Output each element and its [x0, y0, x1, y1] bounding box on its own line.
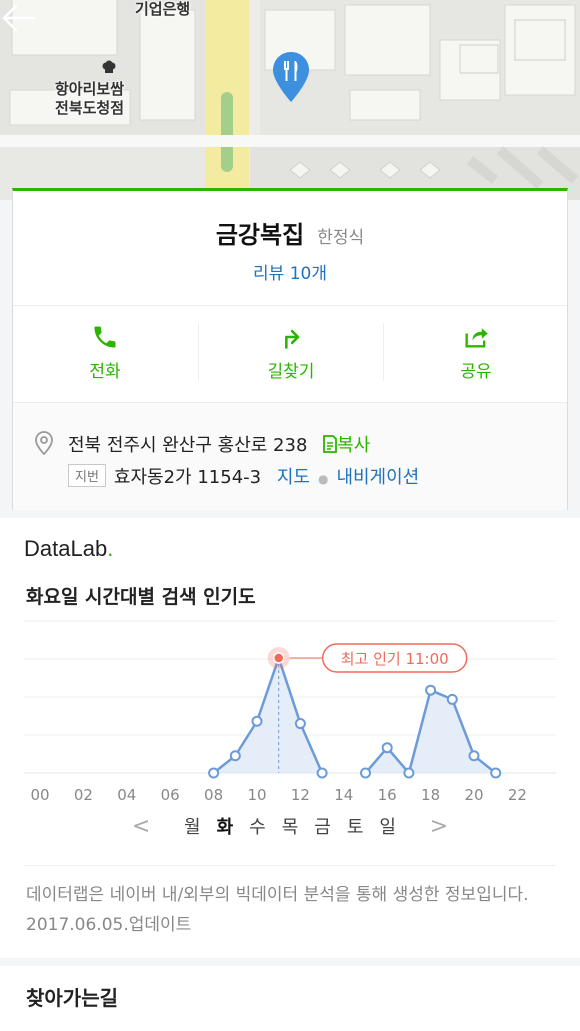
- day-option[interactable]: 목: [282, 813, 299, 839]
- day-option[interactable]: 수: [249, 813, 266, 839]
- data-point: [229, 750, 241, 762]
- x-tick-label: 06: [161, 786, 180, 804]
- copy-icon: [323, 435, 338, 453]
- restaurant-pin-icon[interactable]: [273, 52, 309, 104]
- x-tick-label: 20: [464, 786, 483, 804]
- day-option[interactable]: 금: [314, 813, 331, 839]
- x-tick-label: 16: [378, 786, 397, 804]
- data-point: [294, 718, 306, 730]
- day-option[interactable]: 토: [347, 813, 364, 839]
- data-point: [425, 684, 437, 696]
- peak-point: [272, 652, 285, 664]
- chart-title: 화요일 시간대별 검색 인기도: [26, 586, 256, 608]
- directions-label: 길찾기: [267, 362, 315, 382]
- separator-dot: ●: [317, 472, 329, 486]
- datalab-logo: DataLab.: [24, 536, 114, 561]
- divider: [24, 865, 556, 866]
- data-point: [468, 750, 480, 762]
- place-card: 금강복집 한정식 리뷰 10개 전화 길찾기 공유 전북 전주시 완산구 홍산로…: [12, 188, 568, 510]
- prev-day-icon[interactable]: <: [132, 814, 150, 839]
- data-point: [490, 767, 502, 779]
- directions-heading: 찾아가는길: [26, 986, 118, 1010]
- day-selector: < 월화수목금토일 >: [0, 813, 580, 839]
- lot-address-text: 효자동2가 1154-3: [113, 467, 262, 488]
- copy-button[interactable]: 복사: [323, 435, 370, 456]
- turn-arrow-icon: [285, 329, 300, 349]
- next-day-icon[interactable]: >: [430, 814, 448, 839]
- data-point: [251, 715, 263, 727]
- share-icon: [465, 328, 488, 348]
- x-tick-label: 22: [508, 786, 527, 804]
- peak-label: 최고 인기 11:00: [341, 650, 449, 668]
- map-label-bank: 기업은행: [135, 0, 191, 18]
- map-label-restaurant: 항아리보쌈 전북도청점: [55, 80, 125, 117]
- x-tick-label: 00: [30, 786, 49, 804]
- back-arrow-icon[interactable]: [0, 0, 36, 36]
- x-tick-label: 10: [247, 786, 266, 804]
- address-section: 전북 전주시 완산구 홍산로 238 복사 지번 효자동2가 1154-3 지도 ●…: [13, 403, 567, 510]
- road-address-text: 전북 전주시 완산구 홍산로 238: [68, 435, 308, 456]
- x-tick-label: 14: [334, 786, 353, 804]
- x-tick-label: 08: [204, 786, 223, 804]
- place-category: 한정식: [317, 228, 365, 248]
- navigation-link[interactable]: 내비게이션: [336, 467, 419, 488]
- road-address: 전북 전주시 완산구 홍산로 238 복사: [68, 431, 370, 457]
- popularity-chart: 최고 인기 11:00 00 02 04 06 08 10 12 14 16 18 20 22: [24, 620, 556, 804]
- day-option[interactable]: 화: [217, 813, 234, 839]
- datalab-section: DataLab. 화요일 시간대별 검색 인기도 최고 인기 11:00 00 02…: [0, 518, 580, 1031]
- lot-badge: 지번: [68, 464, 106, 487]
- data-point: [360, 767, 371, 779]
- divider: [13, 305, 567, 306]
- share-label: 공유: [460, 362, 492, 382]
- share-button[interactable]: 공유: [384, 323, 568, 382]
- data-point: [316, 767, 328, 779]
- x-tick-label: 12: [291, 786, 310, 804]
- data-point: [446, 693, 458, 705]
- x-tick-label: 04: [117, 786, 136, 804]
- call-button[interactable]: 전화: [13, 323, 197, 382]
- data-point: [208, 767, 220, 779]
- x-tick-label: 18: [421, 786, 440, 804]
- datalab-note: 데이터랩은 네이버 내/외부의 빅데이터 분석을 통해 생성한 정보입니다. 2…: [26, 885, 529, 935]
- directions-button[interactable]: 길찾기: [199, 323, 383, 382]
- chef-hat-icon: [102, 60, 116, 73]
- x-tick-label: 02: [74, 786, 93, 804]
- map-view[interactable]: 기업은행 항아리보쌈 전북도청점: [0, 0, 580, 200]
- copy-label: 복사: [337, 435, 371, 456]
- map-link[interactable]: 지도: [277, 467, 310, 488]
- phone-icon: [94, 326, 116, 348]
- location-pin-icon: [35, 431, 53, 455]
- call-label: 전화: [89, 362, 121, 382]
- data-point: [381, 742, 393, 754]
- place-title-row: 금강복집 한정식: [13, 215, 567, 250]
- review-link[interactable]: 리뷰 10개: [13, 259, 567, 284]
- day-option[interactable]: 월: [184, 813, 201, 839]
- lot-address: 지번 효자동2가 1154-3 지도 ● 내비게이션: [68, 463, 419, 489]
- place-name: 금강복집: [215, 221, 305, 249]
- day-option[interactable]: 일: [379, 813, 396, 839]
- data-point: [403, 767, 415, 779]
- section-separator: [0, 958, 580, 966]
